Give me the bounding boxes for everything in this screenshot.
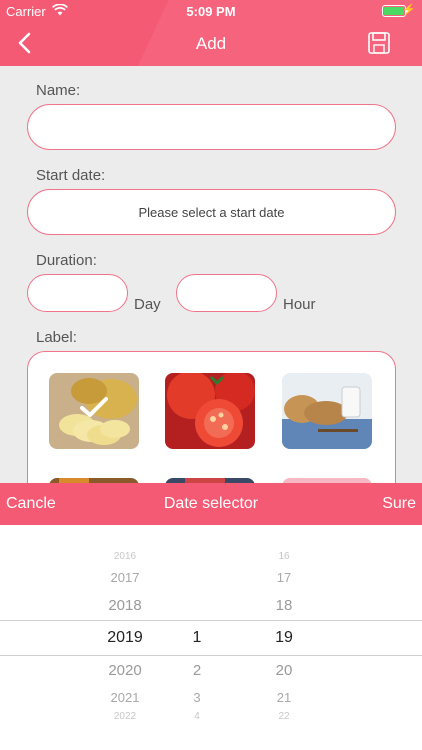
day-option[interactable]: 16 [259,551,309,562]
year-option[interactable]: 2022 [90,711,160,722]
label-section-label: Label: [36,329,77,346]
label-grid [27,351,396,501]
year-option[interactable]: 2017 [90,570,160,585]
selection-bottom-line [0,655,422,656]
start-date-label: Start date: [36,167,106,184]
day-unit-label: Day [134,296,161,313]
label-option-tomato[interactable] [165,373,255,449]
month-option[interactable]: 2 [177,662,217,679]
charging-icon: ⚡ [402,4,416,16]
day-option[interactable]: 18 [259,597,309,614]
checkmark-icon [80,397,108,417]
year-option[interactable]: 2016 [90,551,160,562]
duration-label: Duration: [36,252,97,269]
tomato-image [165,373,255,449]
confirm-button[interactable]: Sure [382,495,416,513]
label-option-potato[interactable] [49,373,139,449]
day-option[interactable]: 20 [259,662,309,679]
save-icon[interactable] [368,32,390,54]
duration-hour-input[interactable] [176,274,277,312]
month-option-selected[interactable]: 1 [177,629,217,647]
selection-top-line [0,620,422,621]
duration-day-input[interactable] [27,274,128,312]
status-bar: Carrier 5:09 PM ⚡ [0,0,422,22]
bread-image [282,373,372,449]
year-option[interactable]: 2020 [90,662,160,679]
clock: 5:09 PM [186,4,236,19]
year-option[interactable]: 2018 [90,597,160,614]
year-option[interactable]: 2021 [90,690,160,705]
page-title: Add [195,34,227,53]
date-picker-title: Date selector [163,495,259,512]
month-option[interactable]: 3 [177,690,217,705]
name-label: Name: [36,82,81,99]
date-picker: 2016 2017 2018 2019 2020 2021 2022 1 2 3… [0,525,422,750]
year-option-selected[interactable]: 2019 [90,629,160,647]
day-option[interactable]: 21 [259,690,309,705]
day-option-selected[interactable]: 19 [259,629,309,647]
month-option[interactable]: 4 [177,711,217,722]
date-picker-toolbar: Cancle Date selector Sure [0,483,422,525]
start-date-field[interactable]: Please select a start date [27,189,396,235]
day-option[interactable]: 22 [259,711,309,722]
navigation-bar: Carrier 5:09 PM ⚡ Add [0,0,422,66]
label-option-bread[interactable] [282,373,372,449]
name-input[interactable] [27,104,396,150]
day-option[interactable]: 17 [259,570,309,585]
hour-unit-label: Hour [283,296,316,313]
